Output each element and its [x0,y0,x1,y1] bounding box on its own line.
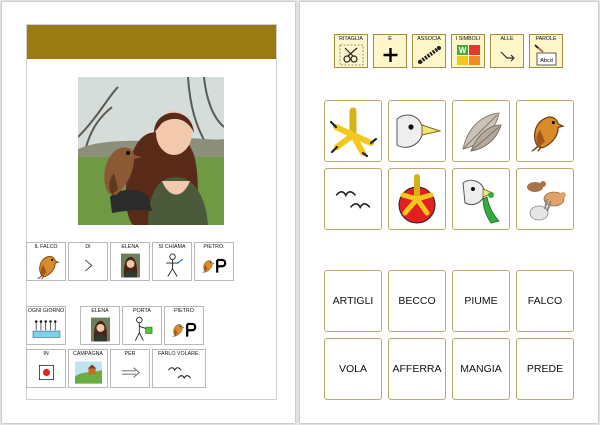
word-tile-afferra[interactable]: AFFERRA [388,338,446,400]
picture-tile-talons[interactable] [324,100,382,162]
elena-portrait-icon [84,316,117,343]
left-page: IL FALCO DI ELENA SI CHIAMA PIETRO. OGNI… [2,2,295,423]
arrow-down-right-icon [495,44,520,66]
talons-icon [329,105,377,157]
tool-label: I SIMBOLI [455,36,481,42]
story-photo [78,77,224,225]
picture-tile-falcon[interactable] [516,100,574,162]
elena-portrait-icon [114,252,147,279]
write-words-icon [534,44,559,66]
tool-label: E [388,36,392,42]
falcon-p-icon [172,322,197,339]
symbol-card-elena-2[interactable]: ELENA [80,306,120,345]
carry-icon [126,316,159,343]
tool-label: ALLE [500,36,514,42]
person-icon [156,252,189,279]
card-label: CAMPAGNA [73,351,103,357]
in-icon [30,359,63,386]
symbol-card-ogni-giorno[interactable]: OGNI GIORNO [26,306,66,345]
instruction-ritaglia[interactable]: RITAGLIA [334,34,368,68]
instruction-i-simboli[interactable]: I SIMBOLI [451,34,485,68]
card-label: ELENA [91,308,109,314]
symbol-card-elena[interactable]: ELENA [110,242,150,281]
symbol-card-di[interactable]: DI [68,242,108,281]
picture-tile-eats[interactable] [452,168,510,230]
scissors-icon [339,44,364,66]
countryside-icon [72,359,105,386]
picture-tile-feathers[interactable] [452,100,510,162]
picture-tile-grabs[interactable] [388,168,446,230]
card-label: IL FALCO [34,244,58,250]
calendar-icon [30,316,63,343]
symbol-card-si-chiama[interactable]: SI CHIAMA [152,242,192,281]
symbol-card-il-falco[interactable]: IL FALCO [26,242,66,281]
falcon-p-icon [202,258,227,275]
beak-icon [393,105,441,157]
word-tile-piume[interactable]: PIUME [452,270,510,332]
word-tile-artigli[interactable]: ARTIGLI [324,270,382,332]
symbol-card-campagna[interactable]: CAMPAGNA [68,349,108,388]
symbol-card-in[interactable]: IN [26,349,66,388]
plus-icon [378,44,403,66]
right-page: RITAGLIA E ASSOCIA I SIMBOLI ALLE PAROLE [300,2,598,423]
girl-with-falcon-photo [78,77,224,225]
connect-icon [417,44,442,66]
card-label: OGNI GIORNO [27,308,65,314]
card-label: PIETRO. [203,244,225,250]
instruction-e[interactable]: E [373,34,407,68]
word-tile-falco[interactable]: FALCO [516,270,574,332]
falcon-icon [521,105,569,157]
symbols-icon [456,44,481,66]
card-label: ELENA [121,244,139,250]
card-label: PORTA [133,308,151,314]
word-tile-prede[interactable]: PREDE [516,338,574,400]
picture-tile-flies[interactable] [324,168,382,230]
symbol-card-pietro[interactable]: PIETRO. [194,242,234,281]
instruction-alle[interactable]: ALLE [490,34,524,68]
birds-flying-icon [329,173,377,225]
card-label: SI CHIAMA [158,244,186,250]
instruction-parole[interactable]: PAROLE [529,34,563,68]
card-label: DI [85,244,91,250]
bird-eating-icon [457,173,505,225]
chevron-right-icon [72,252,105,279]
falcon-icon [30,252,63,279]
symbol-card-pietro-2[interactable]: PIETRO [164,306,204,345]
header-band [27,25,276,59]
grab-icon [393,173,441,225]
birds-flying-icon [163,359,196,386]
tool-label: RITAGLIA [339,36,363,42]
picture-tile-prey[interactable] [516,168,574,230]
tool-label: ASSOCIA [417,36,441,42]
card-label: PIETRO [174,308,194,314]
tool-label: PAROLE [535,36,557,42]
word-tile-vola[interactable]: VOLA [324,338,382,400]
card-label: IN [43,351,49,357]
word-tile-mangia[interactable]: MANGIA [452,338,510,400]
word-tile-becco[interactable]: BECCO [388,270,446,332]
card-label: PER [124,351,136,357]
arrow-right-icon [114,359,147,386]
card-label: FARLO VOLARE. [158,351,200,357]
symbol-card-per[interactable]: PER [110,349,150,388]
instruction-associa[interactable]: ASSOCIA [412,34,446,68]
symbol-card-farlo-volare[interactable]: FARLO VOLARE. [152,349,206,388]
picture-tile-beak[interactable] [388,100,446,162]
feathers-icon [457,105,505,157]
symbol-card-porta[interactable]: PORTA [122,306,162,345]
prey-animals-icon [521,173,569,225]
